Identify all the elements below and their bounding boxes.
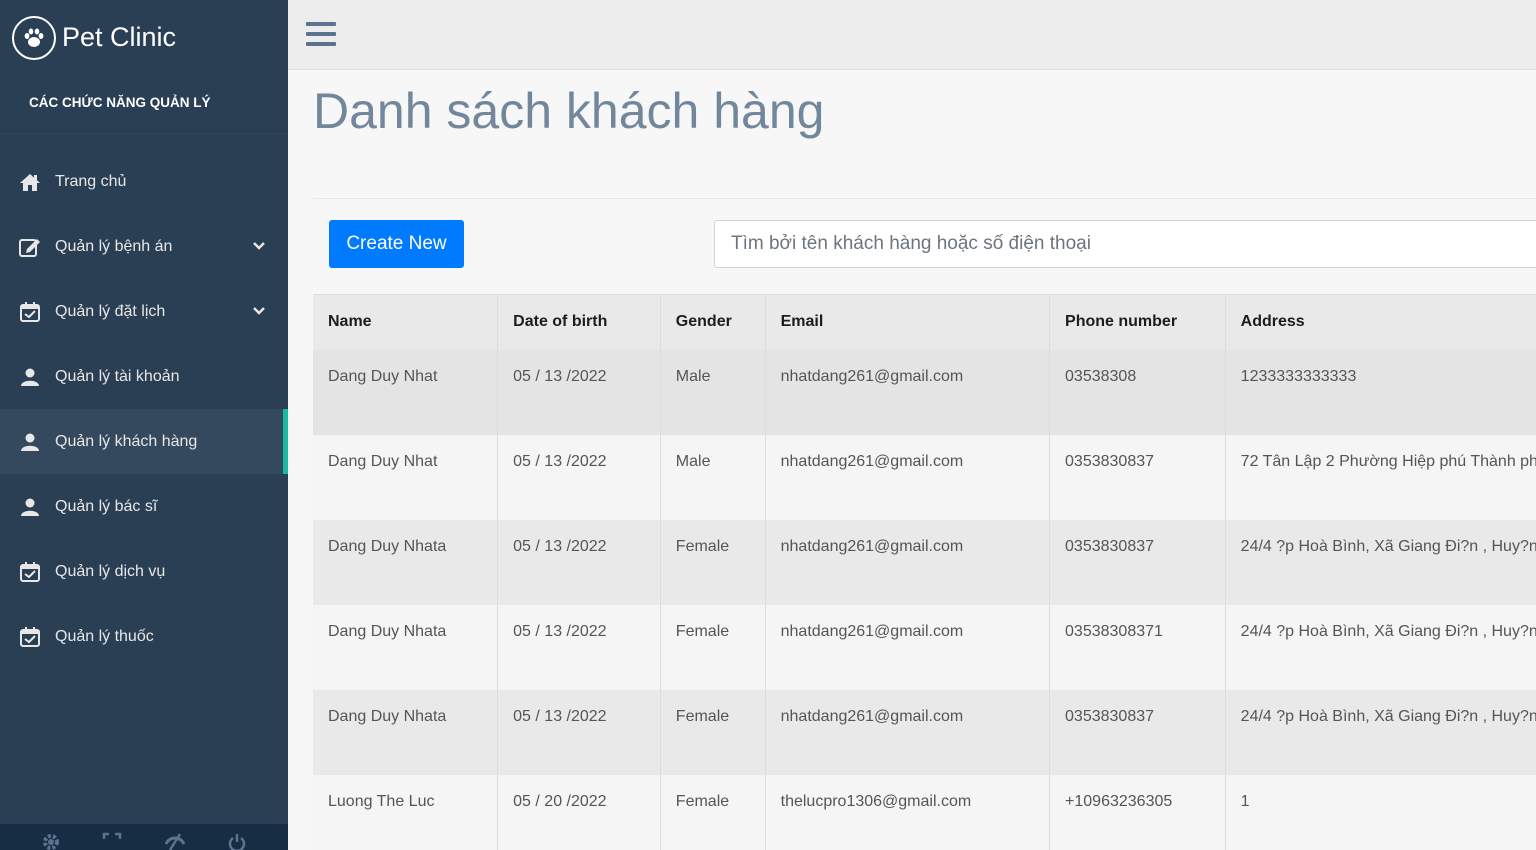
sidebar-item-home[interactable]: Trang chủ xyxy=(0,149,288,214)
cell-name: Luong The Luc xyxy=(313,774,499,850)
column-header[interactable]: Address xyxy=(1225,294,1536,350)
cell-address: 72 Tân Lập 2 Phường Hiệp phú Thành ph xyxy=(1225,434,1536,520)
app-title: Pet Clinic xyxy=(62,22,177,52)
edit-icon xyxy=(18,235,42,259)
main-content: Danh sách khách hàng Create New Name Dat… xyxy=(288,70,1536,850)
cell-dob: 05 / 13 /2022 xyxy=(497,349,661,435)
sidebar-item-medicines[interactable]: Quản lý thuốc xyxy=(0,604,288,669)
sidebar-item-accounts[interactable]: Quản lý tài khoản xyxy=(0,344,288,409)
sidebar: Pet Clinic CÁC CHỨC NĂNG QUẢN LÝ Trang c… xyxy=(0,0,288,850)
cell-gender: Female xyxy=(660,689,766,775)
chevron-down-icon xyxy=(252,238,266,256)
sidebar-item-medical-records[interactable]: Quản lý bệnh án xyxy=(0,214,288,279)
column-header[interactable]: Phone number xyxy=(1049,294,1226,350)
sidebar-item-label: Quản lý khách hàng xyxy=(55,432,198,450)
user-icon xyxy=(18,430,42,454)
cell-phone: 0353830837 xyxy=(1049,689,1226,775)
sidebar-item-appointments[interactable]: Quản lý đặt lịch xyxy=(0,279,288,344)
cell-dob: 05 / 20 /2022 xyxy=(497,774,661,850)
paw-icon xyxy=(12,15,56,60)
divider xyxy=(313,198,1536,199)
cell-gender: Male xyxy=(660,349,766,435)
column-header[interactable]: Name xyxy=(313,294,499,350)
sidebar-item-label: Quản lý đặt lịch xyxy=(55,302,166,320)
home-icon xyxy=(18,170,42,194)
cell-name: Dang Duy Nhata xyxy=(313,689,499,775)
cell-gender: Female xyxy=(660,604,766,690)
cell-address: 24/4 ?p Hoà Bình, Xã Giang Đi?n , Huy?n xyxy=(1225,604,1536,690)
menu-toggle-icon[interactable] xyxy=(306,22,336,46)
sidebar-menu: Trang chủ Quản lý bệnh án Quản lý đặt lị… xyxy=(0,149,288,669)
user-icon xyxy=(18,365,42,389)
table-row[interactable]: Dang Duy Nhata 05 / 13 /2022 Female nhat… xyxy=(313,604,1536,690)
page-title: Danh sách khách hàng xyxy=(313,83,825,139)
cell-phone: +10963236305 xyxy=(1049,774,1226,850)
calendar-check-icon xyxy=(18,300,42,324)
cell-email: nhatdang261@gmail.com xyxy=(765,604,1051,690)
cell-address: 24/4 ?p Hoà Bình, Xã Giang Đi?n , Huy?n xyxy=(1225,689,1536,775)
cell-phone: 03538308 xyxy=(1049,349,1226,435)
sidebar-item-customers[interactable]: Quản lý khách hàng xyxy=(0,409,288,474)
sidebar-item-label: Quản lý tài khoản xyxy=(55,367,180,385)
cell-address: 1233333333333 xyxy=(1225,349,1536,435)
sidebar-item-label: Quản lý thuốc xyxy=(55,627,154,645)
top-nav xyxy=(288,0,1536,70)
cell-dob: 05 / 13 /2022 xyxy=(497,689,661,775)
power-icon[interactable] xyxy=(227,832,247,850)
create-new-button[interactable]: Create New xyxy=(329,220,464,268)
calendar-check-icon xyxy=(18,560,42,584)
cell-gender: Female xyxy=(660,519,766,605)
sidebar-item-doctors[interactable]: Quản lý bác sĩ xyxy=(0,474,288,539)
fullscreen-icon[interactable] xyxy=(102,832,122,850)
cell-email: nhatdang261@gmail.com xyxy=(765,689,1051,775)
user-icon xyxy=(18,495,42,519)
cell-gender: Female xyxy=(660,774,766,850)
column-header[interactable]: Gender xyxy=(660,294,766,350)
table-row[interactable]: Luong The Luc 05 / 20 /2022 Female thelu… xyxy=(313,774,1536,850)
table-row[interactable]: Dang Duy Nhat 05 / 13 /2022 Male nhatdan… xyxy=(313,349,1536,435)
sidebar-item-label: Quản lý bác sĩ xyxy=(55,497,158,515)
sidebar-section-title: CÁC CHỨC NĂNG QUẢN LÝ xyxy=(0,75,288,133)
table-header-row: Name Date of birth Gender Email Phone nu… xyxy=(313,294,1536,350)
table-row[interactable]: Dang Duy Nhata 05 / 13 /2022 Female nhat… xyxy=(313,689,1536,775)
sidebar-item-services[interactable]: Quản lý dịch vụ xyxy=(0,539,288,604)
cell-email: nhatdang261@gmail.com xyxy=(765,434,1051,520)
sidebar-item-label: Quản lý dịch vụ xyxy=(55,562,166,580)
cell-phone: 03538308371 xyxy=(1049,604,1226,690)
cell-name: Dang Duy Nhata xyxy=(313,604,499,690)
eye-slash-icon[interactable] xyxy=(164,832,186,850)
cell-name: Dang Duy Nhata xyxy=(313,519,499,605)
cell-dob: 05 / 13 /2022 xyxy=(497,604,661,690)
cell-email: nhatdang261@gmail.com xyxy=(765,349,1051,435)
settings-icon[interactable] xyxy=(41,832,61,850)
cell-email: nhatdang261@gmail.com xyxy=(765,519,1051,605)
cell-dob: 05 / 13 /2022 xyxy=(497,434,661,520)
customer-table: Name Date of birth Gender Email Phone nu… xyxy=(313,294,1536,850)
table-row[interactable]: Dang Duy Nhat 05 / 13 /2022 Male nhatdan… xyxy=(313,434,1536,520)
sidebar-footer xyxy=(0,824,288,850)
cell-email: thelucpro1306@gmail.com xyxy=(765,774,1051,850)
cell-name: Dang Duy Nhat xyxy=(313,434,499,520)
chevron-down-icon xyxy=(252,303,266,321)
cell-address: 1 xyxy=(1225,774,1536,850)
table-row[interactable]: Dang Duy Nhata 05 / 13 /2022 Female nhat… xyxy=(313,519,1536,605)
brand[interactable]: Pet Clinic xyxy=(0,0,288,75)
cell-name: Dang Duy Nhat xyxy=(313,349,499,435)
calendar-check-icon xyxy=(18,625,42,649)
cell-phone: 0353830837 xyxy=(1049,434,1226,520)
column-header[interactable]: Email xyxy=(765,294,1051,350)
column-header[interactable]: Date of birth xyxy=(497,294,661,350)
cell-gender: Male xyxy=(660,434,766,520)
cell-address: 24/4 ?p Hoà Bình, Xã Giang Đi?n , Huy?n xyxy=(1225,519,1536,605)
cell-dob: 05 / 13 /2022 xyxy=(497,519,661,605)
sidebar-item-label: Trang chủ xyxy=(55,172,127,190)
sidebar-item-label: Quản lý bệnh án xyxy=(55,237,173,255)
cell-phone: 0353830837 xyxy=(1049,519,1226,605)
search-input[interactable] xyxy=(714,220,1536,268)
